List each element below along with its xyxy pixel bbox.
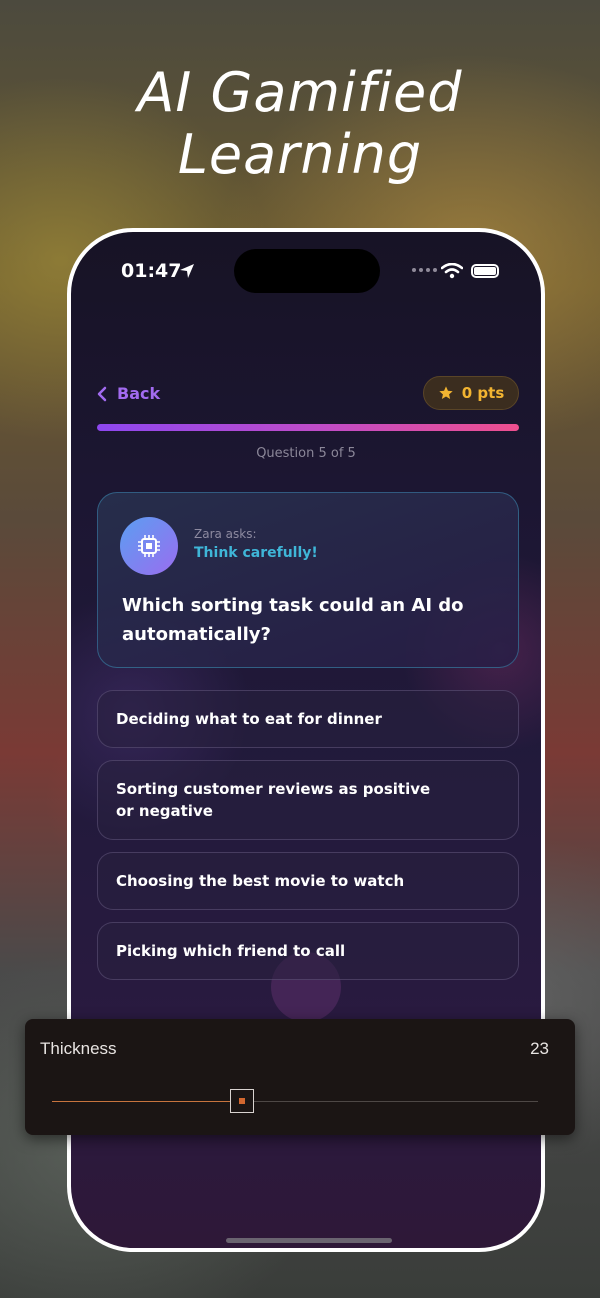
chevron-left-icon xyxy=(97,386,107,401)
back-label: Back xyxy=(117,384,161,403)
question-counter: Question 5 of 5 xyxy=(256,446,356,461)
dynamic-island xyxy=(234,249,380,293)
question-text: Which sorting task could an AI do automa… xyxy=(122,595,464,645)
points-badge: 0 pts xyxy=(423,376,519,410)
answer-option[interactable]: Deciding what to eat for dinner xyxy=(97,690,519,748)
hero-title-line-2: Learning xyxy=(177,123,423,186)
asker-label: Zara asks: xyxy=(194,527,257,541)
answer-option-label: Deciding what to eat for dinner xyxy=(116,710,382,728)
thickness-value: 23 xyxy=(530,1039,549,1058)
status-bar: 01:47 xyxy=(71,232,541,312)
thickness-label: Thickness xyxy=(40,1039,117,1058)
answer-option-label: Picking which friend to call xyxy=(116,942,346,960)
avatar xyxy=(120,517,178,575)
cpu-chip-icon xyxy=(138,535,160,557)
answer-option-label: Choosing the best movie to watch xyxy=(116,872,405,890)
back-button[interactable]: Back xyxy=(97,384,160,403)
battery-icon xyxy=(471,264,499,278)
quiz-progress-bar xyxy=(97,424,519,431)
answer-option[interactable]: Choosing the best movie to watch xyxy=(97,852,519,910)
cellular-signal-icon xyxy=(412,268,437,272)
answer-option-label: Sorting customer reviews as positive or … xyxy=(116,780,431,820)
question-card: Zara asks: Think carefully! Which sortin… xyxy=(97,492,519,668)
star-icon xyxy=(439,386,453,399)
hero-title-line-1: AI Gamified xyxy=(137,61,463,124)
home-indicator[interactable] xyxy=(226,1238,392,1243)
thickness-slider-fill xyxy=(52,1101,242,1102)
location-arrow-icon xyxy=(180,264,194,278)
answer-option[interactable]: Sorting customer reviews as positive or … xyxy=(97,760,519,840)
points-label: 0 pts xyxy=(461,384,505,402)
thickness-panel: Thickness 23 xyxy=(25,1019,575,1135)
wifi-icon xyxy=(441,263,463,279)
hero-title: AI Gamified Learning xyxy=(0,62,600,186)
prompt-hint: Think carefully! xyxy=(194,545,318,561)
thickness-slider-thumb[interactable] xyxy=(229,1089,254,1113)
answer-option[interactable]: Picking which friend to call xyxy=(97,922,519,980)
status-time: 01:47 xyxy=(121,260,182,282)
